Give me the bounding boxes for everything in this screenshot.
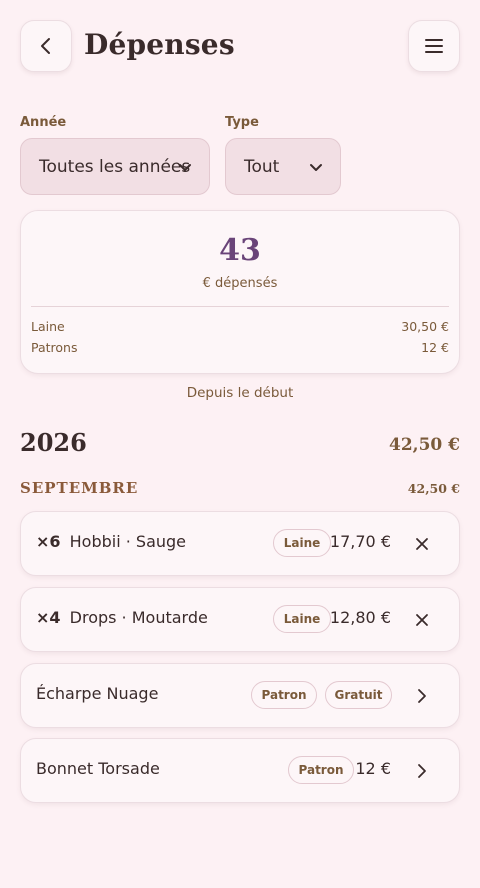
hamburger-menu-icon — [425, 39, 443, 53]
expense-item[interactable]: Bonnet Torsade Patron 12 € — [20, 738, 460, 803]
divider — [31, 306, 449, 307]
type-select[interactable]: Tout — [225, 138, 341, 195]
total-caption: € dépensés — [202, 276, 278, 291]
category-tag: Patron — [288, 756, 354, 784]
category-tag: Patron — [251, 681, 317, 709]
chevron-right-icon[interactable] — [413, 687, 431, 705]
item-name: Bonnet Torsade — [36, 759, 160, 778]
category-row: Laine 30,50 € — [31, 319, 449, 334]
category-amount: 12 € — [421, 340, 449, 355]
free-tag: Gratuit — [325, 681, 392, 709]
menu-button[interactable] — [408, 20, 460, 72]
quantity: ×6 — [36, 532, 61, 551]
category-tag: Laine — [273, 529, 331, 557]
chevron-down-icon — [310, 164, 322, 171]
header: Dépenses — [20, 20, 460, 72]
type-select-value: Tout — [244, 156, 280, 177]
summary-card: 43 € dépensés Laine 30,50 € Patrons 12 € — [20, 210, 460, 374]
chevron-left-icon — [41, 38, 50, 54]
category-label: Laine — [31, 319, 65, 334]
item-price: 12,80 € — [329, 608, 391, 627]
year-total: 42,50 € — [389, 435, 460, 455]
quantity: ×4 — [36, 608, 61, 627]
year-filter-label: Année — [20, 115, 67, 130]
item-price: 17,70 € — [329, 532, 391, 551]
item-name: Drops · Moutarde — [69, 608, 208, 627]
since-caption: Depuis le début — [186, 385, 294, 401]
month-heading: SEPTEMBRE — [20, 479, 139, 497]
chevron-down-icon — [179, 164, 191, 171]
page-title: Dépenses — [84, 28, 235, 61]
category-label: Patrons — [31, 340, 78, 355]
year-heading: 2026 — [20, 428, 87, 457]
category-row: Patrons 12 € — [31, 340, 449, 355]
total-amount: 43 — [219, 233, 261, 268]
chevron-right-icon[interactable] — [413, 762, 431, 780]
expense-item[interactable]: Écharpe Nuage Patron Gratuit — [20, 663, 460, 728]
year-select[interactable]: Toutes les années — [20, 138, 210, 195]
expense-item[interactable]: ×4 Drops · Moutarde Laine 12,80 € — [20, 587, 460, 652]
close-icon[interactable] — [413, 535, 431, 553]
month-total: 42,50 € — [407, 481, 460, 496]
expense-item[interactable]: ×6 Hobbii · Sauge Laine 17,70 € — [20, 511, 460, 576]
item-price: 12 € — [355, 759, 391, 778]
category-amount: 30,50 € — [401, 319, 449, 334]
item-name: Hobbii · Sauge — [69, 532, 187, 551]
item-name: Écharpe Nuage — [36, 684, 159, 703]
close-icon[interactable] — [413, 611, 431, 629]
back-button[interactable] — [20, 20, 72, 72]
category-tag: Laine — [273, 605, 331, 633]
year-select-value: Toutes les années — [39, 156, 191, 177]
type-filter-label: Type — [225, 115, 259, 130]
